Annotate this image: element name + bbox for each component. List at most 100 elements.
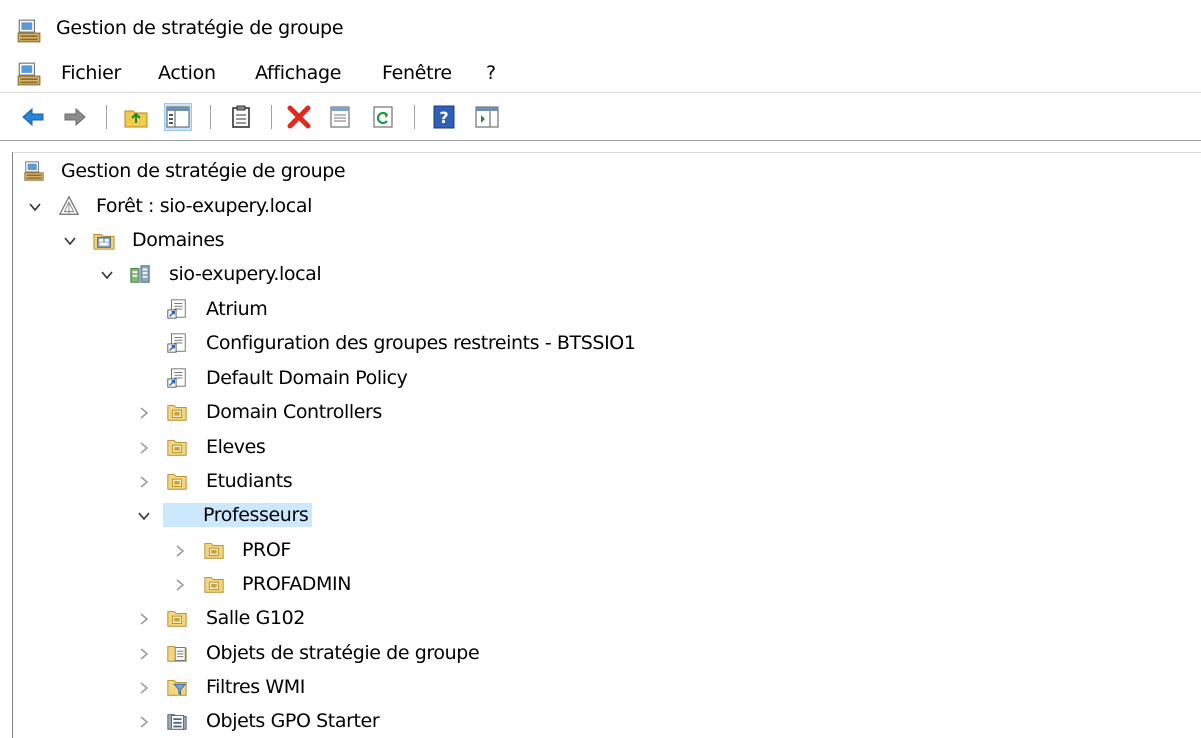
copy-icon [232, 105, 250, 128]
forward-button[interactable] [62, 104, 88, 130]
ou-folder-icon [166, 470, 188, 492]
wmi-filter-icon [166, 676, 188, 698]
chevron-right-icon[interactable] [137, 715, 151, 729]
refresh-button[interactable] [370, 104, 396, 130]
tree-node-label: Salle G102 [206, 607, 305, 629]
tree-node-label: PROFADMIN [242, 573, 352, 595]
tree-node-gpo-link[interactable]: Atrium [13, 295, 713, 325]
menu-action[interactable]: Action [158, 60, 216, 86]
chevron-right-icon[interactable] [137, 612, 151, 626]
chevron-right-icon[interactable] [137, 406, 151, 420]
tree-node-ou[interactable]: PROF [13, 536, 613, 566]
tree-node-ou[interactable]: Etudiants [13, 467, 613, 497]
ou-folder-icon [203, 539, 225, 561]
tree-node-label: PROF [242, 539, 291, 561]
tree-node-domains[interactable]: Domaines [13, 226, 613, 256]
tree-node-gpo-link[interactable]: Configuration des groupes restreints - B… [13, 329, 713, 359]
tree-node-ou[interactable]: Domain Controllers [13, 398, 613, 428]
tree-node-starter-gpos[interactable]: Objets GPO Starter [13, 707, 613, 737]
forward-icon [64, 107, 86, 127]
chevron-right-icon[interactable] [137, 475, 151, 489]
tree-node-label: Objets de stratégie de groupe [206, 642, 480, 664]
show-action-pane-button[interactable] [474, 104, 500, 130]
tree-node-label: Domaines [132, 229, 225, 251]
tree-node-label: Etudiants [206, 470, 293, 492]
gpo-folder-icon [166, 642, 188, 664]
toolbar-separator [271, 105, 272, 129]
toolbar: ? [0, 93, 1201, 141]
ou-folder-icon [166, 401, 188, 423]
tree-node-gpo-link[interactable]: Default Domain Policy [13, 364, 713, 394]
forest-icon [58, 195, 80, 217]
gpo-link-icon [166, 332, 188, 354]
gpo-link-icon [166, 298, 188, 320]
tree-node-label: Forêt : sio-exupery.local [96, 195, 312, 217]
console-tree: Gestion de stratégie de groupe Forêt : s… [12, 152, 1201, 738]
tree-node-label: Professeurs [163, 503, 313, 527]
show-hide-tree-button[interactable] [164, 103, 192, 131]
chevron-down-icon[interactable] [100, 268, 114, 282]
up-folder-button[interactable] [123, 104, 149, 130]
menu-fichier[interactable]: Fichier [61, 60, 121, 86]
domain-icon [129, 263, 151, 285]
delete-icon [287, 105, 311, 129]
menu-help[interactable]: ? [486, 60, 496, 86]
help-button[interactable]: ? [431, 104, 457, 130]
properties-icon [330, 106, 350, 128]
window-title: Gestion de stratégie de groupe [56, 17, 344, 39]
system-menu-icon[interactable] [16, 61, 42, 87]
help-icon: ? [433, 105, 455, 129]
tree-node-root[interactable]: Gestion de stratégie de groupe [13, 157, 613, 187]
chevron-right-icon[interactable] [173, 544, 187, 558]
tree-node-wmi-filters[interactable]: Filtres WMI [13, 673, 613, 703]
chevron-down-icon[interactable] [63, 234, 77, 248]
starter-gpo-icon [166, 710, 188, 732]
copy-button[interactable] [228, 104, 254, 130]
gpmc-console-icon [23, 160, 45, 182]
tree-node-label: Filtres WMI [206, 676, 305, 698]
domains-folder-icon [93, 229, 115, 251]
chevron-down-icon[interactable] [28, 200, 42, 214]
tree-node-label: Domain Controllers [206, 401, 382, 423]
up-folder-icon [124, 110, 148, 128]
tree-node-ou[interactable]: Eleves [13, 433, 613, 463]
title-bar: Gestion de stratégie de groupe [0, 0, 1201, 56]
tree-node-ou-selected[interactable]: Professeurs [13, 501, 613, 531]
ou-folder-icon [203, 573, 225, 595]
delete-button[interactable] [286, 104, 312, 130]
svg-text:?: ? [439, 108, 448, 127]
refresh-icon [373, 106, 393, 128]
menu-bar: Fichier Action Affichage Fenêtre ? [0, 56, 1201, 93]
chevron-right-icon[interactable] [173, 578, 187, 592]
properties-button[interactable] [327, 104, 353, 130]
back-button[interactable] [20, 104, 46, 130]
tree-node-label: Default Domain Policy [206, 367, 408, 389]
toolbar-separator [414, 105, 415, 129]
show-hide-tree-icon [166, 106, 190, 128]
chevron-down-icon[interactable] [137, 509, 151, 523]
tree-node-label: Configuration des groupes restreints - B… [206, 332, 636, 354]
tree-node-ou[interactable]: PROFADMIN [13, 570, 613, 600]
tree-node-gpo-container[interactable]: Objets de stratégie de groupe [13, 639, 613, 669]
tree-node-label: Objets GPO Starter [206, 710, 380, 732]
chevron-right-icon[interactable] [137, 441, 151, 455]
chevron-right-icon[interactable] [137, 647, 151, 661]
toolbar-separator [210, 105, 211, 129]
show-action-pane-icon [475, 106, 499, 128]
ou-folder-icon [166, 436, 188, 458]
back-icon [22, 107, 44, 127]
tree-node-domain[interactable]: sio-exupery.local [13, 260, 613, 290]
tree-node-label: Eleves [206, 436, 266, 458]
gpo-link-icon [166, 367, 188, 389]
tree-node-ou[interactable]: Salle G102 [13, 604, 613, 634]
tree-node-label: Gestion de stratégie de groupe [61, 160, 346, 182]
gpmc-console-icon [16, 18, 42, 44]
tree-node-label: Atrium [206, 298, 268, 320]
menu-affichage[interactable]: Affichage [255, 60, 341, 86]
tree-node-forest[interactable]: Forêt : sio-exupery.local [13, 192, 613, 222]
toolbar-separator [106, 105, 107, 129]
tree-node-label: sio-exupery.local [169, 263, 322, 285]
chevron-right-icon[interactable] [137, 681, 151, 695]
ou-folder-icon [166, 607, 188, 629]
menu-fenetre[interactable]: Fenêtre [382, 60, 452, 86]
